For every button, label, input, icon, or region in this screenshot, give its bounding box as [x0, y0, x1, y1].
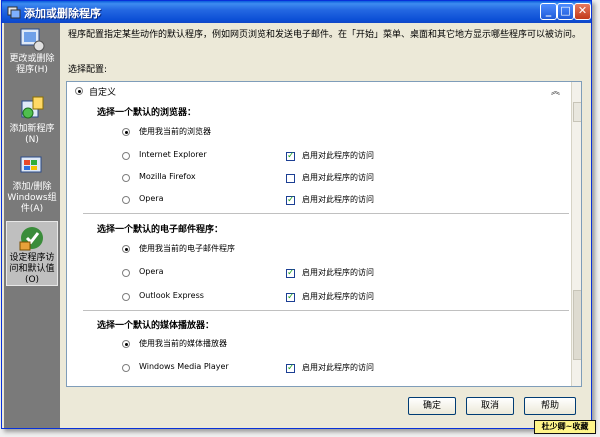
custom-config-label: 自定义 — [89, 88, 117, 98]
access-checkbox[interactable] — [286, 152, 295, 161]
media-section-title: 选择一个默认的媒体播放器： — [97, 321, 215, 331]
access-label: 启用对此程序的访问 — [302, 195, 374, 204]
watermark-label: 杜少卿~收藏 — [534, 420, 596, 434]
vertical-scrollbar[interactable] — [571, 82, 581, 386]
browser-current-radio[interactable] — [122, 128, 130, 136]
browser-option-name: Mozilla Firefox — [139, 172, 196, 181]
sidebar-item-windows-components[interactable]: 添加/删除Windows组件(A) — [6, 153, 58, 215]
browser-option-radio[interactable] — [122, 196, 130, 204]
email-option-name: Opera — [139, 267, 164, 276]
browser-option-name: Internet Explorer — [139, 150, 207, 159]
cancel-button[interactable]: 取消 — [466, 397, 514, 415]
add-remove-programs-window: 添加或删除程序 _ □ ✕ 更改或删除程序(H) 添加新程序(N) 添加/删除W… — [1, 0, 592, 429]
email-option-radio[interactable] — [122, 293, 130, 301]
program-access-icon — [19, 227, 43, 251]
access-label: 启用对此程序的访问 — [302, 151, 374, 160]
media-option-name: Windows Media Player — [139, 362, 229, 371]
configuration-panel: 自定义 ︽ 选择一个默认的浏览器： 使用我当前的浏览器 Internet Exp… — [66, 81, 582, 387]
sidebar-item-label: 更改或删除程序(H) — [9, 54, 55, 75]
section-divider — [83, 310, 569, 311]
email-current-radio[interactable] — [122, 245, 130, 253]
sidebar-item-label: 添加/删除Windows组件(A) — [7, 182, 57, 214]
access-checkbox[interactable] — [286, 364, 295, 373]
browser-option-name: Opera — [139, 194, 164, 203]
access-label: 启用对此程序的访问 — [302, 173, 374, 182]
email-section-title: 选择一个默认的电子邮件程序： — [97, 225, 224, 235]
description-text: 程序配置指定某些动作的默认程序，例如网页浏览和发送电子邮件。在「开始」菜单、桌面… — [68, 30, 582, 40]
browser-option-radio[interactable] — [122, 174, 130, 182]
app-icon — [7, 6, 21, 19]
media-option-radio[interactable] — [122, 364, 130, 372]
add-new-icon — [21, 96, 44, 119]
windows-components-icon — [20, 156, 42, 173]
maximize-button[interactable]: □ — [557, 3, 574, 20]
minimize-button[interactable]: _ — [540, 3, 557, 20]
media-current-radio[interactable] — [122, 340, 130, 348]
access-label: 启用对此程序的访问 — [302, 292, 374, 301]
window-title: 添加或删除程序 — [24, 7, 101, 20]
browser-section-title: 选择一个默认的浏览器： — [97, 108, 197, 118]
email-option-radio[interactable] — [122, 269, 130, 277]
ok-button[interactable]: 确定 — [408, 397, 456, 415]
email-option-name: Outlook Express — [139, 291, 204, 300]
sidebar-item-add-new[interactable]: 添加新程序(N) — [6, 95, 58, 146]
change-remove-icon — [20, 28, 45, 52]
custom-config-radio[interactable] — [75, 87, 83, 95]
access-checkbox[interactable] — [286, 269, 295, 278]
section-divider — [83, 213, 569, 214]
main-content: 程序配置指定某些动作的默认程序，例如网页浏览和发送电子邮件。在「开始」菜单、桌面… — [60, 23, 589, 426]
close-button[interactable]: ✕ — [574, 3, 591, 20]
title-bar[interactable]: 添加或删除程序 _ □ ✕ — [2, 1, 591, 23]
sidebar-item-label: 添加新程序(N) — [9, 124, 55, 145]
help-button[interactable]: 帮助 — [524, 397, 576, 415]
access-checkbox[interactable] — [286, 293, 295, 302]
sidebar-item-program-access[interactable]: 设定程序访问和默认值(O) — [6, 221, 58, 286]
custom-config-header[interactable]: 自定义 ︽ — [71, 84, 571, 98]
media-current-label: 使用我当前的媒体播放器 — [139, 339, 227, 348]
config-label: 选择配置: — [68, 65, 108, 75]
scrollbar-segment[interactable] — [573, 102, 581, 122]
access-label: 启用对此程序的访问 — [302, 363, 374, 372]
access-checkbox[interactable] — [286, 174, 295, 183]
sidebar: 更改或删除程序(H) 添加新程序(N) 添加/删除Windows组件(A) 设定… — [4, 23, 60, 428]
browser-current-label: 使用我当前的浏览器 — [139, 127, 211, 136]
sidebar-item-label: 设定程序访问和默认值(O) — [9, 253, 55, 285]
email-current-label: 使用我当前的电子邮件程序 — [139, 244, 235, 253]
access-label: 启用对此程序的访问 — [302, 268, 374, 277]
access-checkbox[interactable] — [286, 196, 295, 205]
scrollbar-thumb[interactable] — [573, 290, 581, 360]
browser-option-radio[interactable] — [122, 152, 130, 160]
collapse-icon[interactable]: ︽ — [551, 84, 560, 97]
sidebar-item-change-remove[interactable]: 更改或删除程序(H) — [6, 25, 58, 76]
